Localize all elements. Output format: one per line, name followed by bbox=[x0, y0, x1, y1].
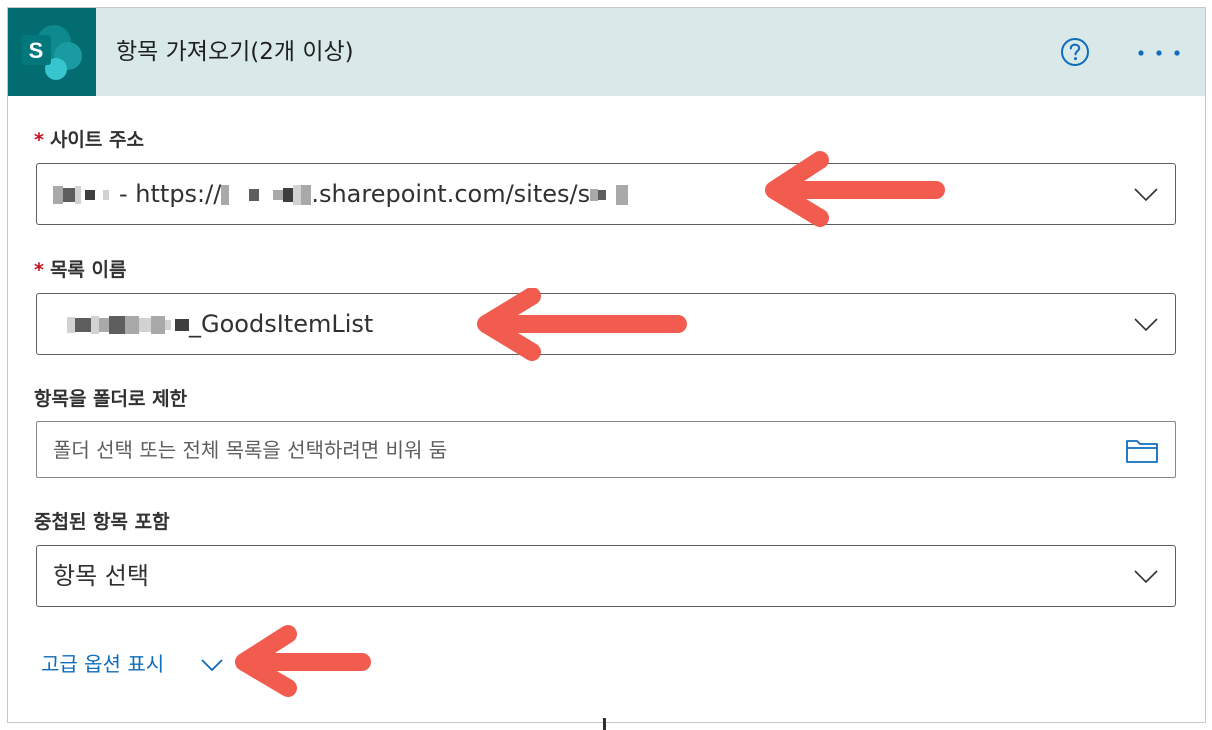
site-address-label: * 사이트 주소 bbox=[34, 125, 144, 152]
redacted-block bbox=[91, 316, 99, 334]
annotation-arrow-icon bbox=[477, 288, 687, 361]
redacted-block bbox=[616, 185, 629, 205]
redacted-block bbox=[273, 190, 284, 200]
site-address-label-text: 사이트 주소 bbox=[49, 129, 144, 151]
limit-folder-input[interactable] bbox=[53, 422, 1113, 477]
annotation-arrow-icon bbox=[235, 625, 371, 697]
chevron-down-icon bbox=[1134, 570, 1158, 584]
redacted-block bbox=[103, 190, 109, 200]
site-address-value: - https:// .sharepoint.com/sites/s bbox=[53, 164, 629, 224]
site-address-domain: .sharepoint.com/sites/s bbox=[311, 180, 591, 208]
help-circle-icon[interactable] bbox=[1060, 37, 1090, 67]
redacted-block bbox=[63, 188, 75, 202]
sharepoint-logo-icon: S bbox=[8, 8, 96, 96]
redacted-block bbox=[109, 316, 125, 334]
redacted-block bbox=[221, 185, 230, 205]
redacted-block bbox=[590, 189, 599, 201]
redacted-block bbox=[175, 319, 189, 331]
redacted-block bbox=[53, 186, 63, 204]
redacted-block bbox=[125, 316, 139, 334]
redacted-block bbox=[75, 318, 91, 332]
action-card: S 항목 가져오기(2개 이상) * 사이트 주소 - https://.shar… bbox=[7, 7, 1206, 723]
redacted-block bbox=[165, 320, 171, 330]
annotation-arrow-icon bbox=[765, 151, 945, 227]
show-advanced-options-link[interactable]: 고급 옵션 표시 bbox=[41, 649, 164, 679]
redacted-block bbox=[151, 316, 165, 334]
redacted-block bbox=[67, 317, 75, 333]
redacted-block bbox=[85, 190, 95, 200]
redacted-block bbox=[249, 189, 260, 201]
redacted-block bbox=[75, 186, 81, 204]
list-name-label: * 목록 이름 bbox=[34, 255, 126, 282]
card-header[interactable]: S 항목 가져오기(2개 이상) bbox=[8, 8, 1205, 96]
nested-items-label: 중첩된 항목 포함 bbox=[34, 511, 170, 533]
site-address-prefix: - https:// bbox=[119, 180, 222, 208]
redacted-block bbox=[283, 188, 294, 202]
chevron-down-icon bbox=[1134, 188, 1158, 202]
connector-line bbox=[603, 718, 606, 730]
nested-items-value: 항목 선택 bbox=[53, 562, 149, 590]
redacted-block bbox=[99, 318, 109, 332]
list-name-suffix: _GoodsItemList bbox=[189, 310, 374, 338]
folder-icon[interactable] bbox=[1125, 436, 1159, 464]
site-address-dropdown[interactable]: - https:// .sharepoint.com/sites/s bbox=[36, 163, 1176, 225]
chevron-down-icon[interactable] bbox=[200, 656, 224, 674]
list-name-value: _GoodsItemList bbox=[53, 294, 373, 354]
redacted-block bbox=[139, 318, 151, 332]
action-title: 항목 가져오기(2개 이상) bbox=[116, 39, 354, 65]
required-mark: * bbox=[34, 129, 44, 151]
svg-text:S: S bbox=[29, 38, 44, 63]
more-dots-icon[interactable] bbox=[1136, 38, 1182, 68]
limit-folder-label: 항목을 폴더로 제한 bbox=[34, 388, 188, 410]
list-name-label-text: 목록 이름 bbox=[49, 259, 127, 281]
redacted-block bbox=[301, 185, 312, 205]
limit-folder-field bbox=[36, 421, 1176, 478]
redacted-block bbox=[598, 190, 607, 200]
nested-items-dropdown[interactable]: 항목 선택 bbox=[36, 545, 1176, 607]
required-mark: * bbox=[34, 259, 44, 281]
redacted-block bbox=[293, 185, 302, 205]
chevron-down-icon bbox=[1134, 318, 1158, 332]
